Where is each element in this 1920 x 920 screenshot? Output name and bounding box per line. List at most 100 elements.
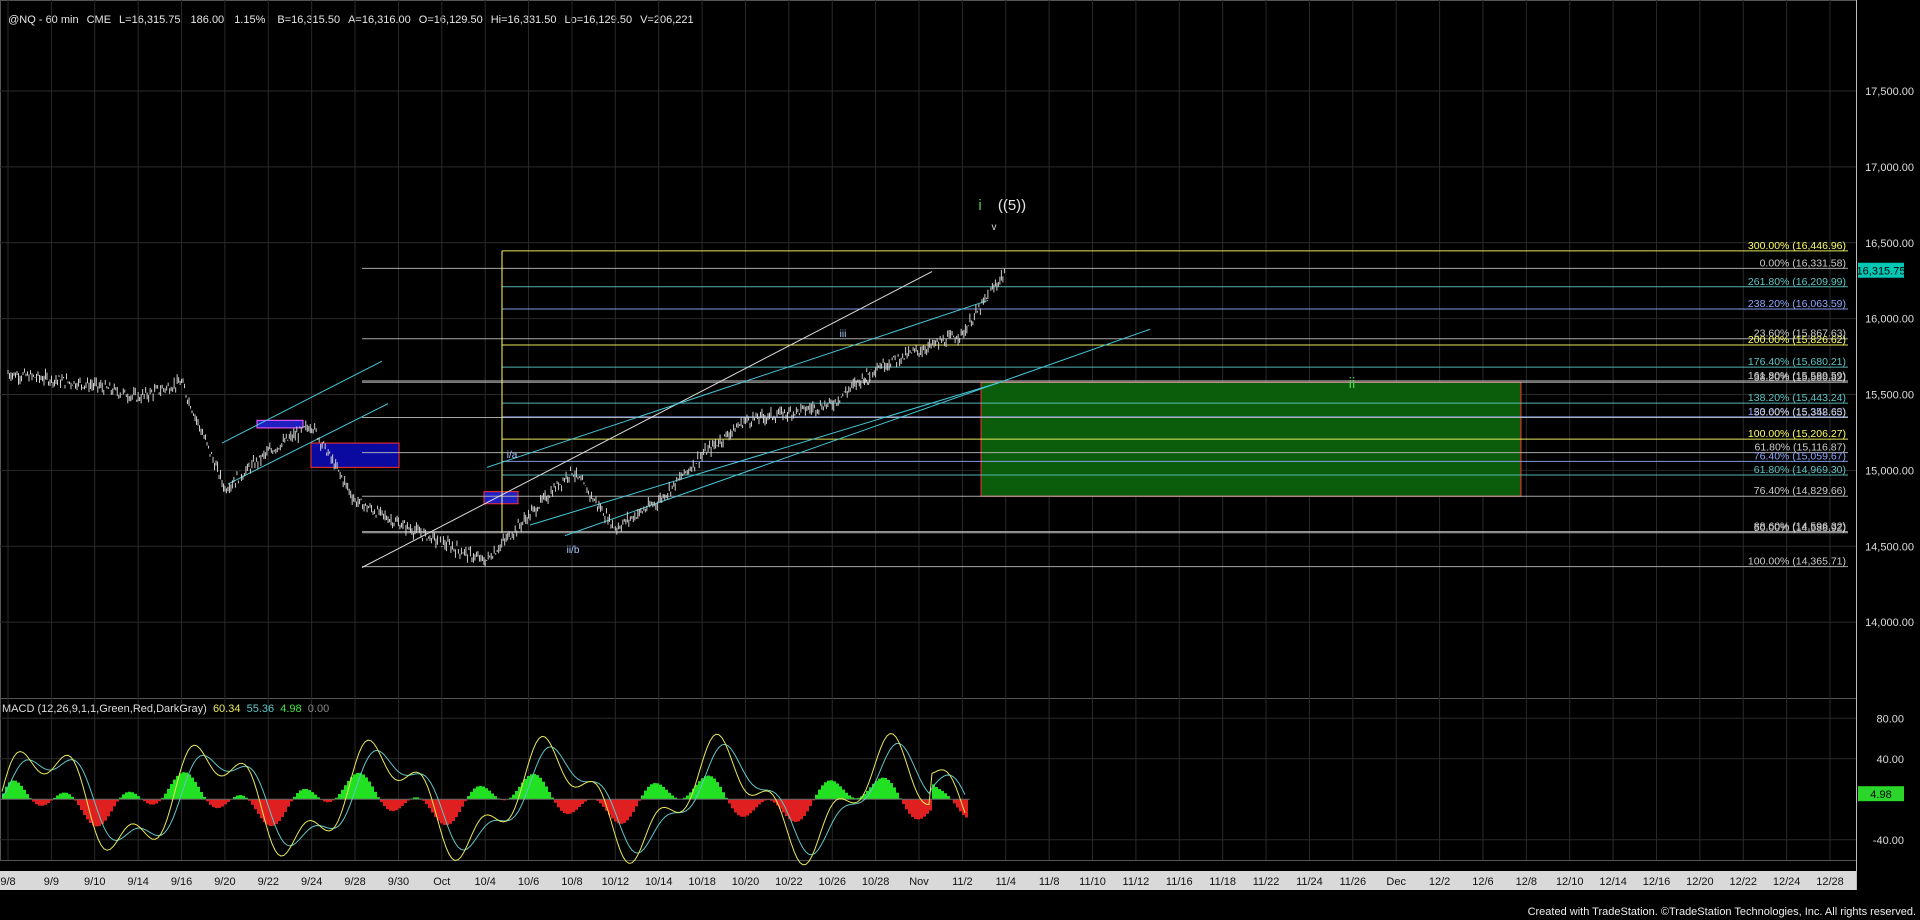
macd-histogram-bar [758, 799, 761, 805]
macd-histogram-bar [803, 799, 806, 816]
macd-histogram-bar [845, 792, 848, 800]
macd-signal-value: 55.36 [246, 703, 275, 715]
macd-histogram-bar [191, 777, 194, 800]
price-tick-label: 15,000.00 [1865, 465, 1914, 477]
macd-histogram-bar [371, 786, 374, 800]
blue-zone-box [310, 442, 400, 468]
x-tick-label: 9/22 [258, 876, 279, 888]
fib-label: 61.80% (14,969.30) [1754, 464, 1846, 476]
macd-histogram-bar [491, 793, 494, 800]
macd-histogram-bar [383, 799, 386, 807]
macd-histogram-bar [653, 783, 656, 800]
wave-label-iii: iii [840, 329, 847, 340]
price-tick-label: 16,500.00 [1865, 238, 1914, 250]
macd-histogram-bar [953, 799, 956, 804]
x-tick-label: 11/4 [995, 876, 1016, 888]
macd-histogram-bar [239, 795, 242, 800]
macd-histogram-bar [242, 795, 245, 800]
macd-histogram-bar [884, 778, 887, 800]
macd-histogram-bar [488, 790, 491, 800]
fib-label: 76.40% (14,829.66) [1754, 485, 1846, 497]
wave-label-iv: iv [863, 377, 870, 388]
x-tick-label: 11/24 [1296, 876, 1323, 888]
macd-tick-label: -40.00 [1873, 835, 1904, 847]
x-tick-label: 9/14 [127, 876, 148, 888]
macd-histogram-bar [938, 789, 941, 800]
macd-histogram-bar [581, 799, 584, 805]
macd-histogram-bar [113, 799, 116, 807]
macd-histogram-bar [926, 799, 929, 814]
macd-histogram-bar [731, 799, 734, 809]
macd-histogram-bar [878, 778, 881, 800]
x-tick-label: 9/16 [171, 876, 192, 888]
macd-histogram-bar [512, 794, 515, 800]
macd-histogram-bar [392, 799, 395, 812]
macd-histogram-bar [458, 799, 461, 813]
fib-label: 50.00% (14,588.92) [1754, 522, 1846, 534]
macd-histogram-bar [548, 791, 551, 800]
macd-histogram-bar [836, 783, 839, 800]
macd-histogram-bar [368, 781, 371, 800]
x-tick-label: 10/20 [732, 876, 760, 888]
price-tick-label: 15,500.00 [1865, 390, 1914, 402]
macd-histogram-bar [911, 799, 914, 818]
x-tick-label: 10/4 [474, 876, 495, 888]
macd-histogram-bar [515, 790, 518, 800]
x-tick-label: Nov [909, 876, 929, 888]
macd-histogram-bar [746, 799, 749, 816]
macd-histogram-bar [236, 795, 239, 800]
macd-histogram-bar [452, 799, 455, 821]
macd-histogram-bar [830, 780, 833, 800]
price-chart[interactable]: 300.00% (16,446.96) 0.00% (16,331.58) 261.… [0, 0, 1920, 920]
x-tick-label: 12/16 [1643, 876, 1671, 888]
macd-histogram-bar [386, 799, 389, 810]
x-tick-label: 11/8 [1039, 876, 1060, 888]
macd-histogram-bar [428, 799, 431, 809]
macd-histogram-bar [11, 780, 14, 800]
macd-histogram-bar [890, 783, 893, 800]
macd-histogram-bar [941, 790, 944, 800]
macd-histogram-bar [68, 794, 71, 800]
price-tick-label: 16,000.00 [1865, 314, 1914, 326]
macd-label: MACD (12,26,9,1,1,Green,Red,DarkGray) [2, 703, 207, 715]
macd-histogram-bar [128, 791, 131, 800]
macd-histogram-bar [629, 799, 632, 817]
fib-label: 100.00% (15,206.27) [1748, 428, 1846, 440]
macd-histogram-bar [728, 799, 731, 804]
macd-histogram-bar [707, 775, 710, 800]
macd-histogram-bar [20, 785, 23, 800]
macd-histogram-bar [737, 799, 740, 816]
macd-histogram-bar [755, 799, 758, 808]
x-tick-label: 12/6 [1472, 876, 1493, 888]
macd-histogram-bar [806, 799, 809, 812]
macd-histogram-bar [632, 799, 635, 812]
macd-histogram-bar [809, 799, 812, 807]
macd-histogram-bar [56, 795, 59, 800]
macd-histogram-bar [110, 799, 113, 812]
macd-histogram-bar [824, 782, 827, 800]
macd-histogram-bar [545, 786, 548, 800]
x-tick-label: 11/12 [1123, 876, 1150, 888]
x-tick-label: 11/2 [952, 876, 973, 888]
macd-histogram-bar [623, 799, 626, 823]
macd-histogram-bar [743, 799, 746, 817]
macd-histogram-bar [716, 782, 719, 800]
macd-histogram-bar [626, 799, 629, 821]
macd-histogram-bar [41, 799, 44, 806]
macd-histogram-bar [374, 791, 377, 800]
macd-histogram-bar [749, 799, 752, 814]
x-tick-label: 11/26 [1339, 876, 1366, 888]
macd-histogram-bar [470, 791, 473, 800]
macd-histogram-bar [935, 787, 938, 800]
macd-histogram-bar [284, 799, 287, 812]
macd-hist-value: 4.98 [280, 703, 302, 715]
x-tick-label: 10/14 [645, 876, 673, 888]
fib-label: 76.40% (15,059.67) [1754, 450, 1846, 462]
x-tick-label: 9/28 [344, 876, 365, 888]
macd-histogram-bar [80, 799, 83, 811]
trend-channel-line [221, 360, 383, 444]
x-tick-label: 12/8 [1516, 876, 1537, 888]
macd-histogram-bar [287, 799, 290, 807]
macd-histogram-bar [485, 788, 488, 800]
fib-label: 300.00% (16,446.96) [1748, 240, 1846, 252]
